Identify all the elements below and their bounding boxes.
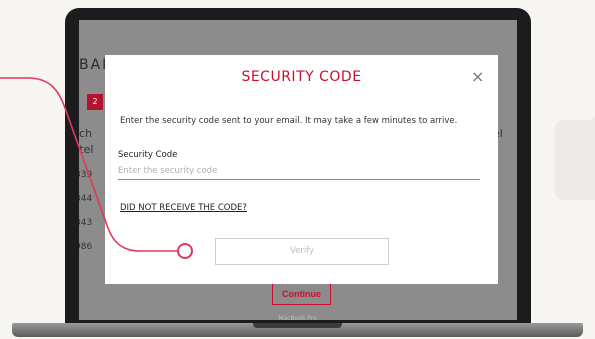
pointer-overlay xyxy=(0,77,193,259)
pointer-circle-icon xyxy=(177,243,193,259)
pointer-line xyxy=(0,77,178,252)
